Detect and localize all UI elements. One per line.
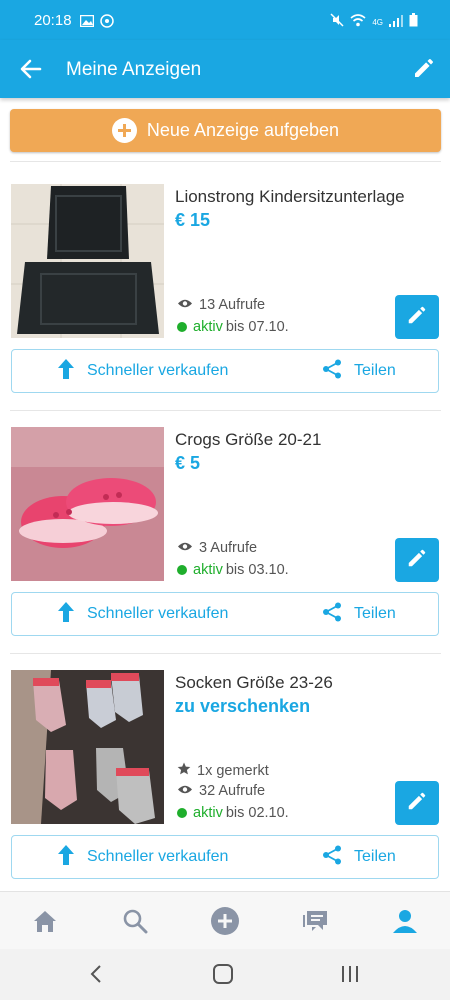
status-row: aktiv bis 03.10. [177, 562, 289, 578]
divider [10, 410, 441, 411]
active-status-dot [177, 322, 187, 332]
add-icon[interactable] [210, 906, 240, 936]
eye-icon [177, 783, 193, 799]
status-until-date: bis 02.10. [225, 805, 289, 821]
home-icon[interactable] [30, 906, 60, 936]
edit-pencil-icon[interactable] [412, 56, 436, 80]
wifi-icon [350, 13, 366, 32]
views-count: 32 Aufrufe [199, 783, 266, 799]
whatsapp-notification-icon [100, 14, 114, 33]
back-arrow-icon[interactable] [18, 56, 44, 82]
listing-card: Lionstrong Kindersitzunterlage € 15 13 A… [0, 184, 450, 426]
views-row: 3 Aufrufe [177, 540, 257, 556]
views-row: 32 Aufrufe [177, 783, 265, 799]
new-ad-button[interactable]: Neue Anzeige aufgeben [10, 109, 441, 152]
status-until-date: bis 07.10. [225, 319, 289, 335]
share-icon [322, 845, 342, 870]
sell-faster-button[interactable]: Schneller verkaufen [57, 836, 228, 878]
system-navigation-bar [0, 949, 450, 1000]
status-until-date: bis 03.10. [225, 562, 289, 578]
system-recents-icon[interactable] [340, 963, 360, 990]
mute-icon [330, 13, 344, 32]
views-count: 3 Aufrufe [199, 540, 258, 556]
listing-photo-car-seat-protector[interactable] [11, 184, 164, 338]
share-label: Teilen [354, 362, 396, 379]
system-home-icon[interactable] [212, 963, 234, 990]
active-status-dot [177, 808, 187, 818]
gallery-notification-icon [79, 14, 95, 33]
listing-title[interactable]: Socken Größe 23-26 [175, 673, 333, 693]
listing-actions: Schneller verkaufen Teilen [11, 592, 439, 636]
share-button[interactable]: Teilen [322, 593, 396, 635]
listing-price: € 15 [175, 210, 211, 230]
listing-card: Socken Größe 23-26 zu verschenken 1x gem… [0, 670, 450, 912]
sell-faster-label: Schneller verkaufen [87, 362, 229, 379]
eye-icon [177, 540, 193, 556]
status-bar: 20:18 4G [0, 0, 450, 40]
listing-actions: Schneller verkaufen Teilen [11, 835, 439, 879]
page-title: Meine Anzeigen [66, 59, 202, 80]
share-button[interactable]: Teilen [322, 350, 396, 392]
share-icon [322, 602, 342, 627]
share-button[interactable]: Teilen [322, 836, 396, 878]
edit-listing-button[interactable] [395, 295, 439, 339]
sell-faster-label: Schneller verkaufen [87, 848, 229, 865]
listing-price: € 5 [175, 453, 201, 473]
arrow-up-icon [57, 844, 75, 871]
divider [10, 653, 441, 654]
listing-title[interactable]: Crogs Größe 20-21 [175, 430, 321, 450]
pencil-icon [406, 790, 428, 817]
status-active-label: aktiv [193, 805, 223, 821]
listing-photo-socks[interactable] [11, 670, 164, 824]
active-status-dot [177, 565, 187, 575]
divider [10, 161, 441, 162]
status-active-label: aktiv [193, 319, 223, 335]
eye-icon [177, 297, 193, 313]
arrow-up-icon [57, 601, 75, 628]
messages-icon[interactable] [300, 906, 330, 936]
plus-circle-icon [111, 118, 137, 143]
status-active-label: aktiv [193, 562, 223, 578]
views-count: 13 Aufrufe [199, 297, 266, 313]
watched-count: 1x gemerkt [197, 762, 269, 779]
system-back-icon[interactable] [88, 963, 104, 990]
edit-listing-button[interactable] [395, 781, 439, 825]
network-type-label: 4G [372, 18, 383, 27]
views-row: 13 Aufrufe [177, 297, 265, 313]
profile-icon[interactable] [390, 906, 420, 936]
share-label: Teilen [354, 605, 396, 622]
star-icon [177, 762, 191, 779]
status-time: 20:18 [34, 12, 72, 29]
listing-card: Crogs Größe 20-21 € 5 3 Aufrufe aktiv bi… [0, 427, 450, 669]
share-icon [322, 359, 342, 384]
signal-icon [389, 14, 403, 32]
sell-faster-button[interactable]: Schneller verkaufen [57, 593, 228, 635]
listing-actions: Schneller verkaufen Teilen [11, 349, 439, 393]
search-icon[interactable] [120, 906, 150, 936]
sell-faster-button[interactable]: Schneller verkaufen [57, 350, 228, 392]
pencil-icon [406, 547, 428, 574]
battery-icon [409, 13, 418, 32]
status-row: aktiv bis 02.10. [177, 805, 289, 821]
listing-title[interactable]: Lionstrong Kindersitzunterlage [175, 187, 405, 207]
share-label: Teilen [354, 848, 396, 865]
watched-row: 1x gemerkt [177, 762, 269, 779]
new-ad-label: Neue Anzeige aufgeben [146, 120, 340, 140]
status-row: aktiv bis 07.10. [177, 319, 289, 335]
bottom-navigation [0, 891, 450, 949]
listing-price: zu verschenken [175, 696, 311, 716]
pencil-icon [406, 304, 428, 331]
listing-photo-pink-crocs[interactable] [11, 427, 164, 581]
app-bar: Meine Anzeigen [0, 40, 450, 98]
arrow-up-icon [57, 358, 75, 385]
edit-listing-button[interactable] [395, 538, 439, 582]
sell-faster-label: Schneller verkaufen [87, 605, 229, 622]
